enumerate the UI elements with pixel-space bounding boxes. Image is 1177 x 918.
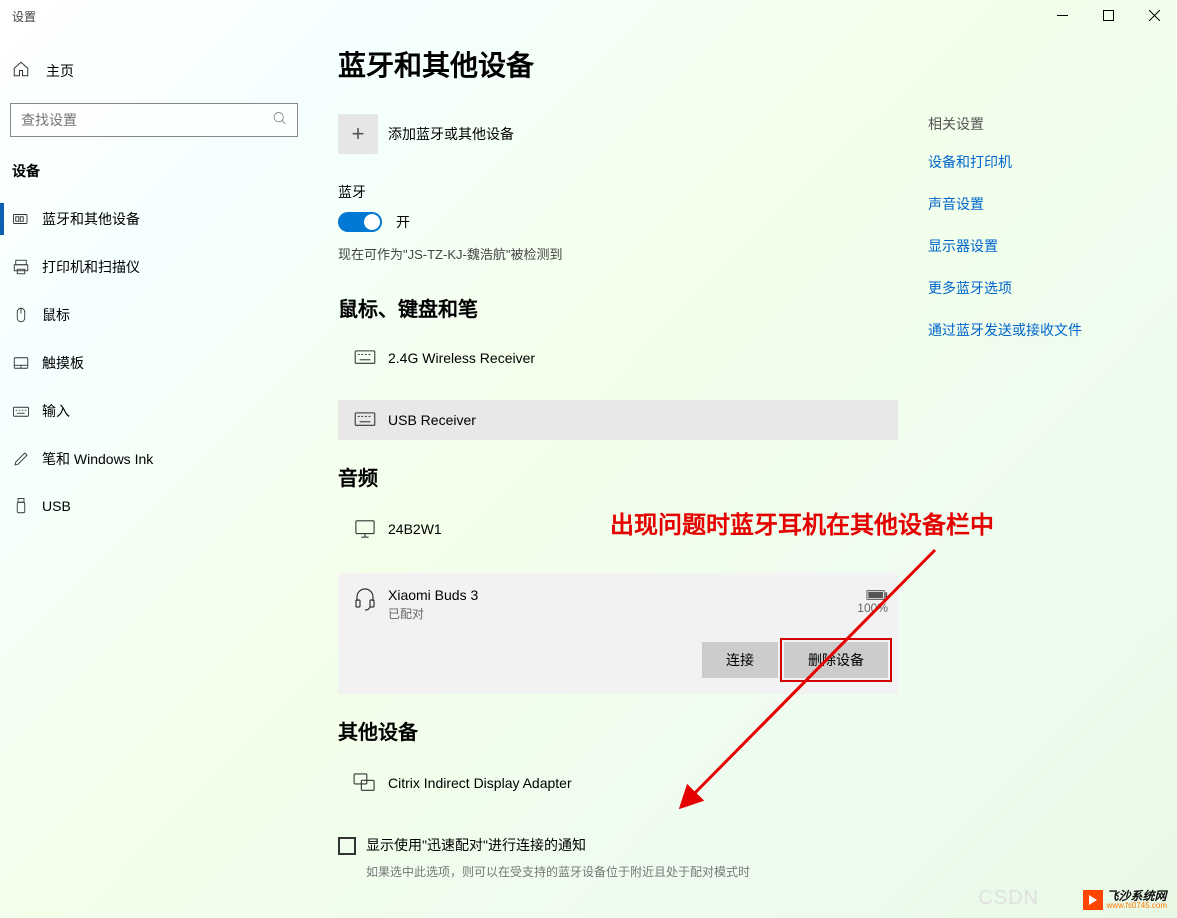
related-link-devices-printers[interactable]: 设备和打印机 [928,152,1147,172]
brand-badge: 飞沙系统网 www.fs0745.com [1083,890,1167,910]
plus-icon: + [338,114,378,154]
related-link-sound[interactable]: 声音设置 [928,194,1147,214]
close-button[interactable] [1131,0,1177,32]
bluetooth-devices-icon [12,210,42,228]
close-icon [1149,8,1160,24]
add-device-label: 添加蓝牙或其他设备 [388,124,514,144]
bluetooth-toggle-state: 开 [396,212,410,232]
monitor-icon [348,519,382,539]
section-title-other: 其他设备 [338,716,898,745]
keyboard-icon [348,412,382,428]
related-link-bt-transfer[interactable]: 通过蓝牙发送或接收文件 [928,320,1147,340]
device-status: 已配对 [388,605,857,622]
minimize-button[interactable] [1039,0,1085,32]
add-device-button[interactable]: + 添加蓝牙或其他设备 [338,114,898,154]
titlebar: 设置 [0,0,1177,32]
bluetooth-label: 蓝牙 [338,182,898,202]
touchpad-icon [12,354,42,372]
brand-play-icon [1083,890,1103,910]
home-icon [12,60,46,81]
page-title: 蓝牙和其他设备 [338,44,1147,84]
pen-icon [12,450,42,468]
related-link-display[interactable]: 显示器设置 [928,236,1147,256]
sidebar-item-touchpad[interactable]: 触摸板 [0,339,308,387]
device-row-expanded[interactable]: Xiaomi Buds 3 已配对 100% 连接 删除设备 [338,573,898,694]
device-name: Xiaomi Buds 3 [388,587,857,603]
battery-percent: 100% [857,601,888,615]
maximize-button[interactable] [1085,0,1131,32]
section-title-mkp: 鼠标、键盘和笔 [338,293,898,322]
section-title-audio: 音频 [338,462,898,491]
usb-icon [12,497,42,515]
related-heading: 相关设置 [928,114,1147,134]
sidebar: 主页 设备 蓝牙和其他设备 打印机和扫描仪 鼠标 触摸板 输入 笔和 Windo… [0,32,308,918]
sidebar-item-pen[interactable]: 笔和 Windows Ink [0,435,308,483]
window-controls [1039,0,1177,32]
sidebar-item-usb[interactable]: USB [0,483,308,529]
nav-group-label: 设备 [0,161,308,195]
sidebar-item-label: USB [42,498,71,514]
device-row[interactable]: USB Receiver [338,400,898,440]
keyboard-icon [12,402,42,420]
printer-icon [12,258,42,276]
quick-pair-checkbox[interactable] [338,837,356,855]
sidebar-item-label: 笔和 Windows Ink [42,449,153,469]
maximize-icon [1103,8,1114,24]
keyboard-icon [348,350,382,366]
main-area: 蓝牙和其他设备 + 添加蓝牙或其他设备 蓝牙 开 现在可作为"JS-TZ-KJ-… [308,32,1177,918]
display-adapter-icon [348,773,382,793]
minimize-icon [1057,8,1068,24]
mouse-icon [12,306,42,324]
sidebar-item-label: 鼠标 [42,305,70,325]
sidebar-item-bluetooth[interactable]: 蓝牙和其他设备 [0,195,308,243]
remove-device-button[interactable]: 删除设备 [784,642,888,678]
related-link-more-bt[interactable]: 更多蓝牙选项 [928,278,1147,298]
device-row[interactable]: 2.4G Wireless Receiver [338,338,898,378]
device-name: 2.4G Wireless Receiver [388,350,888,366]
connect-button[interactable]: 连接 [702,642,778,678]
sidebar-item-label: 触摸板 [42,353,84,373]
sidebar-item-label: 蓝牙和其他设备 [42,209,140,229]
headset-icon [348,587,382,611]
detection-text: 现在可作为"JS-TZ-KJ-魏浩航"被检测到 [338,244,898,263]
device-row[interactable]: Citrix Indirect Display Adapter [338,761,898,805]
battery-indicator: 100% [857,587,888,615]
sidebar-item-printers[interactable]: 打印机和扫描仪 [0,243,308,291]
home-label: 主页 [46,61,74,81]
bluetooth-toggle[interactable] [338,212,382,232]
search-wrap [10,103,298,137]
quick-pair-label: 显示使用"迅速配对"进行连接的通知 [366,835,898,855]
device-name: Citrix Indirect Display Adapter [388,775,888,791]
annotation-text: 出现问题时蓝牙耳机在其他设备栏中 [610,505,994,540]
window-title: 设置 [0,8,36,25]
quick-pair-description: 如果选中此选项，则可以在受支持的蓝牙设备位于附近且处于配对模式时 [366,863,898,881]
search-input[interactable] [10,103,298,137]
battery-icon [866,587,888,601]
device-name: USB Receiver [388,412,888,428]
home-link[interactable]: 主页 [0,52,308,89]
sidebar-item-label: 打印机和扫描仪 [42,257,140,277]
brand-url: www.fs0745.com [1107,902,1167,910]
sidebar-item-typing[interactable]: 输入 [0,387,308,435]
sidebar-item-label: 输入 [42,401,70,421]
watermark-csdn: CSDN [978,887,1039,910]
search-icon [272,111,288,130]
sidebar-item-mouse[interactable]: 鼠标 [0,291,308,339]
